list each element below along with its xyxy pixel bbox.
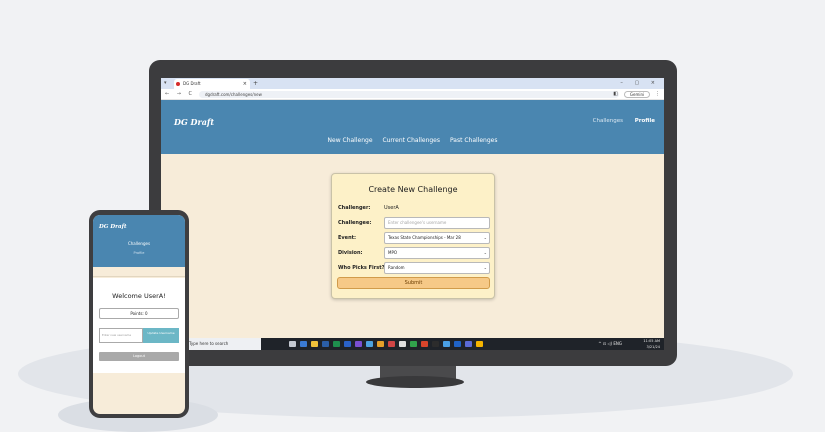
create-challenge-card: Create New Challenge Challenger: UserA C… bbox=[331, 173, 495, 299]
browser-tab-bar: ▾ DG Draft × + – ▢ × bbox=[161, 78, 664, 89]
phone-subnav-strip bbox=[93, 267, 185, 277]
phone-username-input[interactable]: Enter new username bbox=[99, 328, 143, 343]
taskbar-app-icon[interactable] bbox=[366, 341, 373, 347]
favicon-icon bbox=[176, 82, 180, 86]
form-title: Create New Challenge bbox=[368, 185, 458, 194]
window-controls[interactable]: – ▢ × bbox=[620, 78, 660, 89]
picks-first-label: Who Picks First? bbox=[338, 265, 385, 271]
browser-tab[interactable]: DG Draft × bbox=[174, 79, 250, 89]
phone-nav-profile[interactable]: Profile bbox=[93, 251, 185, 255]
tab-close-icon[interactable]: × bbox=[243, 79, 247, 89]
subnav-new-challenge[interactable]: New Challenge bbox=[328, 137, 373, 144]
browser-menu-icon[interactable]: ⋮ bbox=[655, 89, 660, 100]
phone-header: DG Draft Challenges Profile bbox=[93, 215, 185, 267]
taskbar-app-icons bbox=[289, 341, 483, 347]
tab-list-icon[interactable]: ▾ bbox=[164, 78, 167, 89]
challengee-input[interactable]: Enter challengee's username bbox=[384, 217, 490, 229]
division-row: Division: MPO ⌄ bbox=[338, 247, 490, 259]
nav-buttons[interactable]: ← → C bbox=[165, 89, 195, 100]
brand-logo[interactable]: DG Draft bbox=[174, 117, 214, 127]
taskbar-app-icon[interactable] bbox=[399, 341, 406, 347]
clock-date: 3/21/24 bbox=[646, 345, 661, 349]
windows-taskbar: Type here to search ^ ⊡ ◁) ENG 11:05 AM … bbox=[161, 338, 664, 350]
app-header: DG Draft Challenges Profile New Challeng… bbox=[161, 100, 664, 154]
phone-screen: DG Draft Challenges Profile Welcome User… bbox=[93, 215, 185, 414]
taskbar-app-icon[interactable] bbox=[410, 341, 417, 347]
new-tab-button[interactable]: + bbox=[253, 78, 258, 89]
picks-first-select[interactable]: Random ⌄ bbox=[384, 262, 490, 274]
taskbar-app-icon[interactable] bbox=[333, 341, 340, 347]
division-select[interactable]: MPO ⌄ bbox=[384, 247, 490, 259]
monitor-screen: ▾ DG Draft × + – ▢ × ← → C dgdraft.com/c… bbox=[161, 78, 664, 350]
picks-first-value: Random bbox=[388, 265, 405, 270]
nav-profile[interactable]: Profile bbox=[635, 118, 655, 124]
url-input[interactable]: dgdraft.com/challenges/new bbox=[199, 91, 619, 98]
challengee-row: Challengee: Enter challengee's username bbox=[338, 217, 490, 229]
phone-brand-logo[interactable]: DG Draft bbox=[99, 224, 127, 230]
challenger-value: UserA bbox=[384, 205, 399, 211]
division-value: MPO bbox=[388, 250, 398, 255]
phone-update-username-button[interactable]: Update Username bbox=[143, 328, 179, 343]
phone-welcome-heading: Welcome UserA! bbox=[112, 292, 166, 300]
taskbar-app-icon[interactable] bbox=[344, 341, 351, 347]
nav-challenges[interactable]: Challenges bbox=[593, 118, 623, 124]
taskbar-app-icon[interactable] bbox=[465, 341, 472, 347]
taskbar-app-icon[interactable] bbox=[322, 341, 329, 347]
subnav-current-challenges[interactable]: Current Challenges bbox=[382, 137, 440, 144]
chevron-down-icon: ⌄ bbox=[483, 250, 487, 255]
event-row: Event: Texas State Championships - Mar 2… bbox=[338, 232, 490, 244]
taskbar-app-icon[interactable] bbox=[454, 341, 461, 347]
taskbar-app-icon[interactable] bbox=[476, 341, 483, 347]
subnav-past-challenges[interactable]: Past Challenges bbox=[450, 137, 498, 144]
taskbar-clock[interactable]: 11:05 AM 3/21/24 bbox=[643, 338, 660, 350]
phone-profile-card: Welcome UserA! Points: 0 Enter new usern… bbox=[93, 278, 185, 373]
division-label: Division: bbox=[338, 250, 363, 256]
monitor-base bbox=[366, 376, 464, 388]
side-panel-icon[interactable]: ◧ bbox=[613, 89, 618, 100]
desktop-monitor: ▾ DG Draft × + – ▢ × ← → C dgdraft.com/c… bbox=[149, 60, 677, 366]
address-bar-row: ← → C dgdraft.com/challenges/new ◧ Gemin… bbox=[161, 89, 664, 100]
taskbar-app-icon[interactable] bbox=[289, 341, 296, 347]
taskbar-app-icon[interactable] bbox=[355, 341, 362, 347]
system-tray-icons[interactable]: ^ ⊡ ◁) ENG bbox=[598, 338, 622, 350]
event-select[interactable]: Texas State Championships - Mar 28 ⌄ bbox=[384, 232, 490, 244]
mobile-phone: DG Draft Challenges Profile Welcome User… bbox=[89, 210, 189, 418]
phone-points-display: Points: 0 bbox=[99, 308, 179, 319]
event-label: Event: bbox=[338, 235, 357, 241]
taskbar-app-icon[interactable] bbox=[432, 341, 439, 347]
taskbar-app-icon[interactable] bbox=[377, 341, 384, 347]
top-nav: Challenges Profile bbox=[583, 118, 655, 124]
challenger-label: Challenger: bbox=[338, 205, 371, 211]
chevron-down-icon: ⌄ bbox=[483, 265, 487, 270]
taskbar-app-icon[interactable] bbox=[443, 341, 450, 347]
gemini-button[interactable]: Gemini bbox=[624, 91, 650, 98]
taskbar-app-icon[interactable] bbox=[421, 341, 428, 347]
taskbar-app-icon[interactable] bbox=[388, 341, 395, 347]
challengee-label: Challengee: bbox=[338, 220, 372, 226]
picks-first-row: Who Picks First? Random ⌄ bbox=[338, 262, 490, 274]
chevron-down-icon: ⌄ bbox=[483, 235, 487, 240]
event-value: Texas State Championships - Mar 28 bbox=[388, 235, 461, 240]
taskbar-app-icon[interactable] bbox=[300, 341, 307, 347]
sub-nav: New Challenge Current Challenges Past Ch… bbox=[161, 137, 664, 144]
taskbar-app-icon[interactable] bbox=[311, 341, 318, 347]
tab-title: DG Draft bbox=[183, 81, 201, 86]
challenger-row: Challenger: UserA bbox=[338, 202, 490, 214]
phone-logout-button[interactable]: Logout bbox=[99, 352, 179, 361]
submit-button[interactable]: Submit bbox=[337, 277, 490, 289]
phone-nav-challenges[interactable]: Challenges bbox=[93, 241, 185, 246]
